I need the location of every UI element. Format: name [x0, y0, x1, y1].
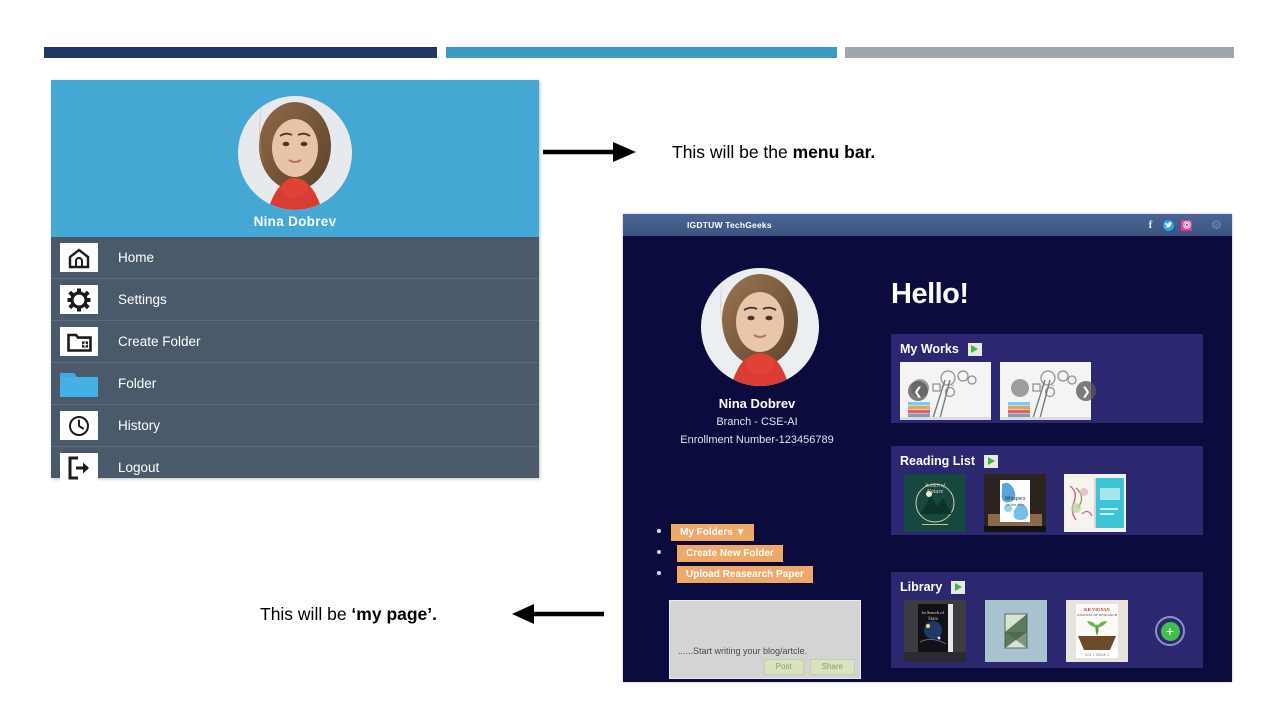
avatar	[701, 268, 819, 386]
logout-icon	[60, 453, 98, 482]
list-item: My Folders ▼	[657, 522, 813, 541]
sidebar-profile-name: Nina Dobrev	[253, 214, 337, 229]
gear-icon	[60, 285, 98, 314]
sidebar-item-label: Home	[118, 250, 155, 265]
panel-title: My Works	[900, 342, 1194, 356]
panel-reading-list: Reading List Branch of Nature Whispers of …	[891, 446, 1203, 535]
sidebar-item-label: Create Folder	[118, 334, 201, 349]
instagram-icon[interactable]	[1181, 219, 1192, 231]
folder-plus-icon	[60, 327, 98, 356]
panel-my-works: My Works ❮ ❯	[891, 334, 1203, 423]
svg-text:Stars: Stars	[928, 617, 938, 622]
folder-icon	[60, 369, 98, 398]
sidebar-item-folder[interactable]: Folder	[51, 363, 539, 405]
panel-title: Reading List	[900, 454, 1194, 468]
upload-research-paper-button[interactable]: Upload Reasearch Paper	[677, 566, 813, 583]
list-item: Create New Folder	[657, 543, 813, 562]
svg-text:JOURNAL OF RESEARCH: JOURNAL OF RESEARCH	[1077, 613, 1118, 617]
library-items: In Search of Stars KR VIGYAN JOURNAL OF RE…	[900, 600, 1194, 662]
book-cover[interactable]	[985, 600, 1047, 662]
svg-text:of the sea: of the sea	[1006, 502, 1024, 507]
panel-title: Library	[900, 580, 1194, 594]
create-new-folder-button[interactable]: Create New Folder	[677, 545, 783, 562]
home-icon	[60, 243, 98, 272]
plus-icon: +	[1160, 621, 1180, 641]
book-cover[interactable]: KR VIGYAN JOURNAL OF RESEARCH VOL 1 ISSUE …	[1066, 600, 1128, 662]
svg-text:KR VIGYAN: KR VIGYAN	[1084, 607, 1110, 612]
sidebar-item-logout[interactable]: Logout	[51, 447, 539, 488]
svg-text:In Search of: In Search of	[922, 610, 944, 615]
arrow-right-icon	[543, 138, 638, 166]
app-header: IGDTUW TechGeeks f ⚙	[623, 214, 1232, 236]
play-icon[interactable]	[967, 342, 982, 356]
book-cover[interactable]: Branch of Nature	[904, 474, 966, 532]
greeting-heading: Hello!	[891, 278, 969, 310]
book-cover[interactable]: Whispers of the sea	[984, 474, 1046, 532]
my-folders-button[interactable]: My Folders ▼	[671, 524, 755, 541]
profile-name: Nina Dobrev	[718, 396, 796, 411]
annotation-my-page-prefix: This will be	[260, 604, 352, 624]
carousel-prev-icon[interactable]: ❮	[908, 381, 928, 401]
sidebar-item-settings[interactable]: Settings	[51, 279, 539, 321]
avatar	[238, 96, 352, 210]
app-body: Nina Dobrev Branch - CSE-AI Enrollment N…	[623, 236, 1232, 682]
annotation-my-page-emphasis: ‘my page’.	[351, 604, 438, 624]
sidebar-item-home[interactable]: Home	[51, 237, 539, 279]
sidebar-item-label: Settings	[118, 292, 167, 307]
profile-branch: Branch - CSE-AI	[716, 416, 798, 428]
annotation-menu-bar: This will be the menu bar.	[672, 142, 875, 163]
carousel-next-icon[interactable]: ❯	[1076, 381, 1096, 401]
social-links: f ⚙	[1145, 214, 1222, 236]
app-title: IGDTUW TechGeeks	[687, 220, 772, 230]
panel-title-label: Reading List	[900, 454, 976, 468]
list-item: Upload Reasearch Paper	[657, 564, 813, 583]
decor-bar-blue	[446, 47, 837, 58]
panel-title-label: Library	[900, 580, 943, 594]
my-page-mockup: IGDTUW TechGeeks f ⚙ Nina Dobrev Branch …	[623, 214, 1232, 682]
book-cover[interactable]: In Search of Stars	[904, 600, 966, 662]
decor-bar-navy	[44, 47, 437, 58]
share-button[interactable]: Share	[809, 659, 855, 675]
decor-bar-gray	[845, 47, 1234, 58]
profile-column: Nina Dobrev Branch - CSE-AI Enrollment N…	[623, 236, 891, 682]
post-button[interactable]: Post	[763, 659, 804, 675]
blog-placeholder: ......Start writing your blog/artcle.	[678, 646, 808, 656]
annotation-menu-bar-prefix: This will be the	[672, 142, 793, 162]
sidebar-item-label: Logout	[118, 460, 160, 475]
profile-enrollment: Enrollment Number-123456789	[680, 434, 834, 446]
arrow-left-icon	[512, 600, 604, 628]
sidebar-item-create-folder[interactable]: Create Folder	[51, 321, 539, 363]
blog-editor[interactable]: ......Start writing your blog/artcle. Po…	[669, 600, 861, 679]
panel-title-label: My Works	[900, 342, 959, 356]
content-column: Hello! My Works ❮ ❯ Reading List Branch …	[891, 236, 1232, 682]
gear-icon[interactable]: ⚙	[1211, 219, 1222, 231]
profile-action-list: My Folders ▼ Create New Folder Upload Re…	[653, 522, 813, 585]
annotation-menu-bar-emphasis: menu bar.	[792, 142, 876, 162]
clock-icon	[60, 411, 98, 440]
blog-actions: Post Share	[763, 659, 855, 675]
play-icon[interactable]	[951, 580, 966, 594]
play-icon[interactable]	[984, 454, 999, 468]
book-cover[interactable]	[1064, 474, 1126, 532]
decorative-top-bars	[0, 47, 1280, 58]
sidebar-profile-header: Nina Dobrev	[51, 80, 539, 237]
sidebar-item-history[interactable]: History	[51, 405, 539, 447]
twitter-icon[interactable]	[1163, 219, 1174, 231]
works-carousel: ❮ ❯	[900, 362, 1194, 420]
reading-list-items: Branch of Nature Whispers of the sea	[900, 474, 1194, 532]
add-book-button[interactable]: +	[1155, 616, 1185, 646]
menu-bar-mockup: Nina Dobrev Home Settings Create Folder …	[51, 80, 539, 482]
annotation-my-page: This will be ‘my page’.	[260, 604, 437, 625]
sidebar-item-label: History	[118, 418, 161, 433]
svg-text:VOL 1 ISSUE 2: VOL 1 ISSUE 2	[1085, 653, 1109, 657]
facebook-icon[interactable]: f	[1145, 219, 1156, 231]
svg-text:Nature: Nature	[926, 489, 944, 495]
panel-library: Library In Search of Stars KR VIGYAN JOURN…	[891, 572, 1203, 668]
sidebar-item-label: Folder	[118, 376, 157, 391]
